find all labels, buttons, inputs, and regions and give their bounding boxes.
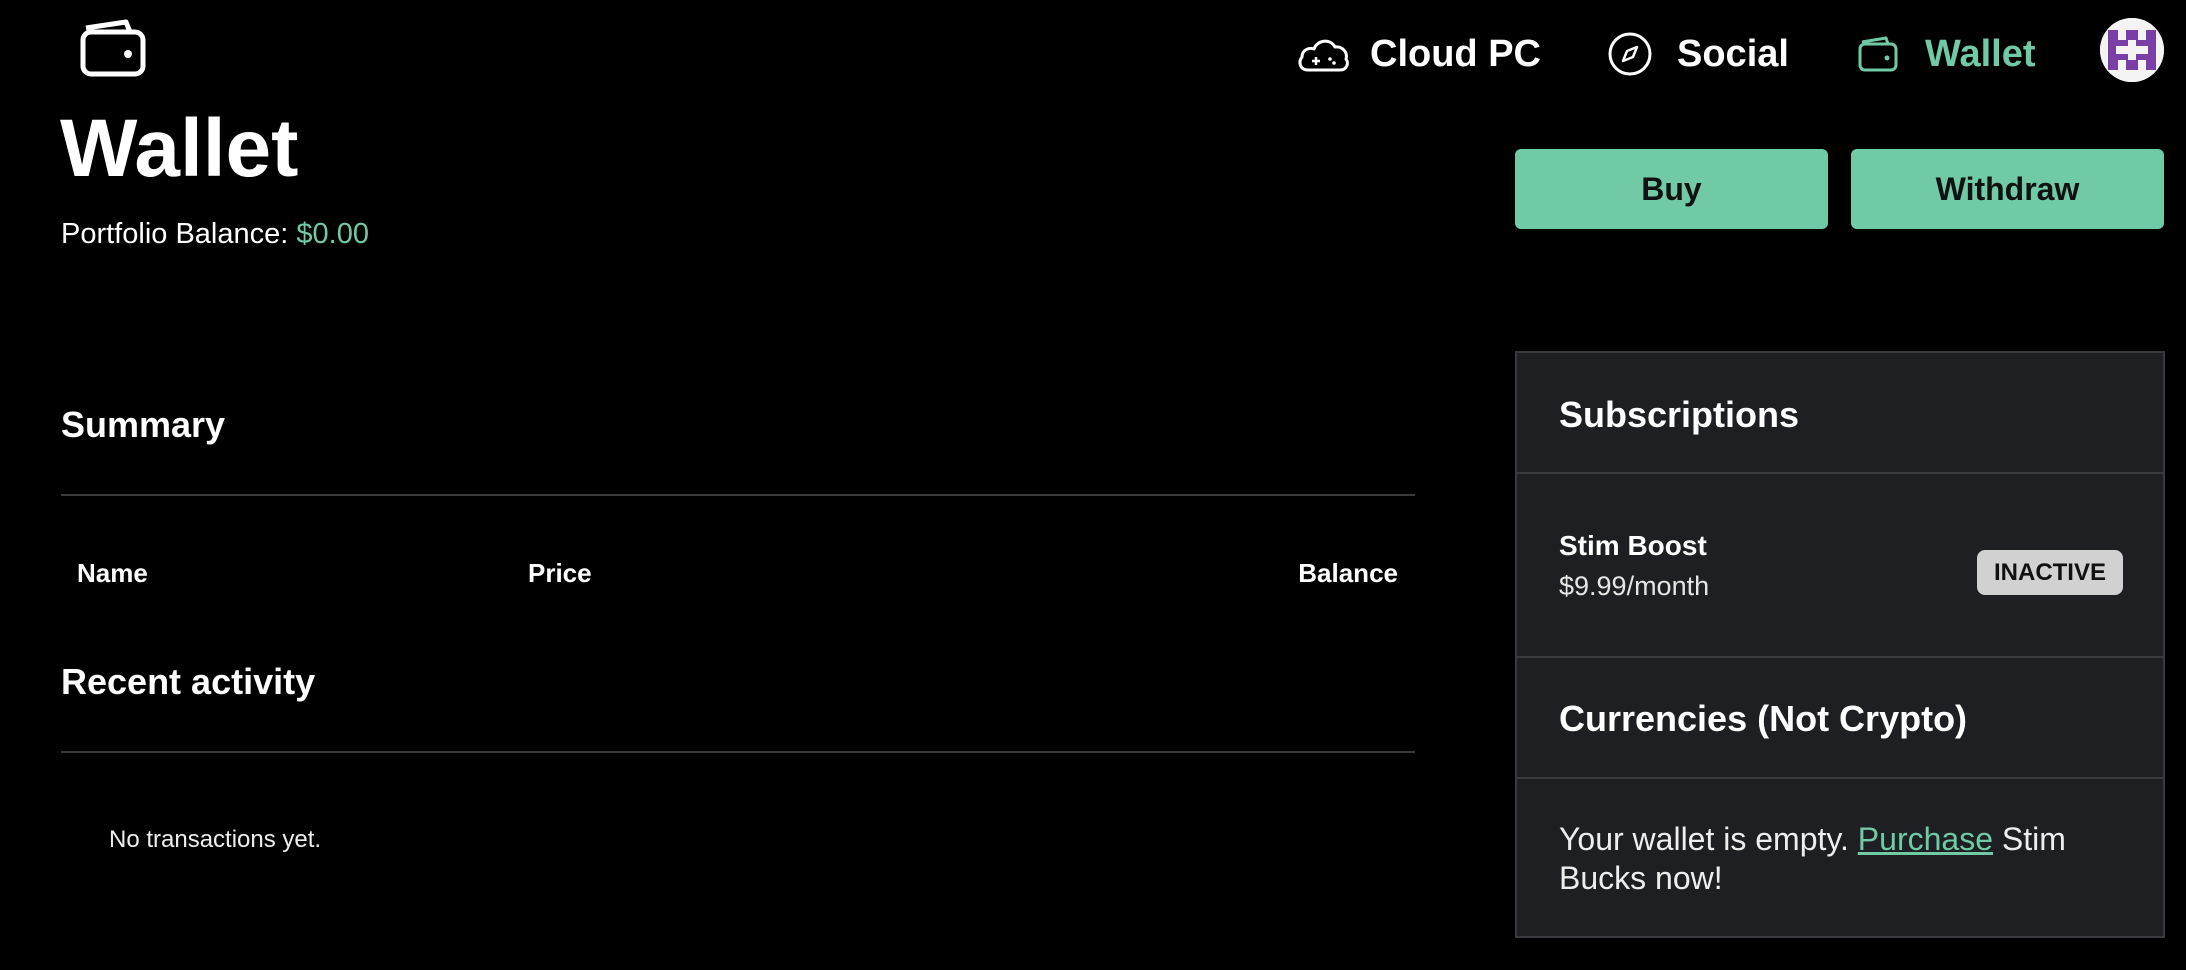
subscriptions-header: Subscriptions bbox=[1517, 353, 2163, 474]
currencies-title: Currencies (Not Crypto) bbox=[1559, 698, 1968, 739]
column-header-name: Name bbox=[77, 558, 148, 588]
cloud-gamepad-icon bbox=[1296, 27, 1350, 81]
activity-divider bbox=[61, 751, 1415, 753]
portfolio-balance-value: $0.00 bbox=[296, 218, 369, 250]
no-transactions-text: No transactions yet. bbox=[109, 826, 322, 853]
subscriptions-title: Subscriptions bbox=[1559, 394, 1800, 435]
portfolio-balance: Portfolio Balance: $0.00 bbox=[61, 218, 369, 251]
nav-wallet[interactable]: Wallet bbox=[1851, 18, 2036, 90]
summary-divider bbox=[61, 494, 1415, 496]
wallet-icon bbox=[1851, 27, 1905, 81]
top-navigation: Cloud PC Social Wallet bbox=[0, 0, 2186, 110]
column-header-balance: Balance bbox=[1298, 558, 1398, 588]
recent-activity-title: Recent activity bbox=[61, 661, 316, 702]
compass-icon bbox=[1603, 27, 1657, 81]
subscription-item[interactable]: Stim Boost $9.99/month INACTIVE bbox=[1517, 474, 2163, 658]
page-title: Wallet bbox=[60, 103, 299, 194]
column-header-price: Price bbox=[528, 558, 592, 588]
subscription-price: $9.99/month bbox=[1559, 571, 1710, 601]
nav-wallet-label: Wallet bbox=[1925, 32, 2036, 75]
currencies-empty-prefix: Your wallet is empty. bbox=[1559, 821, 1849, 857]
buy-button[interactable]: Buy bbox=[1515, 149, 1828, 229]
summary-title: Summary bbox=[61, 404, 226, 445]
nav-social[interactable]: Social bbox=[1603, 18, 1789, 90]
currencies-header: Currencies (Not Crypto) bbox=[1517, 658, 2163, 779]
withdraw-button[interactable]: Withdraw bbox=[1851, 149, 2164, 229]
wallet-logo-icon[interactable] bbox=[78, 18, 148, 78]
subscription-name: Stim Boost bbox=[1559, 530, 1707, 561]
side-panel: Subscriptions Stim Boost $9.99/month INA… bbox=[1515, 351, 2165, 938]
nav-cloud-pc-label: Cloud PC bbox=[1370, 32, 1541, 75]
portfolio-balance-label: Portfolio Balance: bbox=[61, 218, 289, 250]
currencies-empty-message: Your wallet is empty. Purchase Stim Buck… bbox=[1559, 820, 2139, 898]
status-badge: INACTIVE bbox=[1977, 550, 2123, 595]
nav-cloud-pc[interactable]: Cloud PC bbox=[1296, 18, 1541, 90]
avatar[interactable] bbox=[2100, 18, 2164, 82]
purchase-link[interactable]: Purchase bbox=[1858, 821, 1993, 857]
nav-social-label: Social bbox=[1677, 32, 1789, 75]
